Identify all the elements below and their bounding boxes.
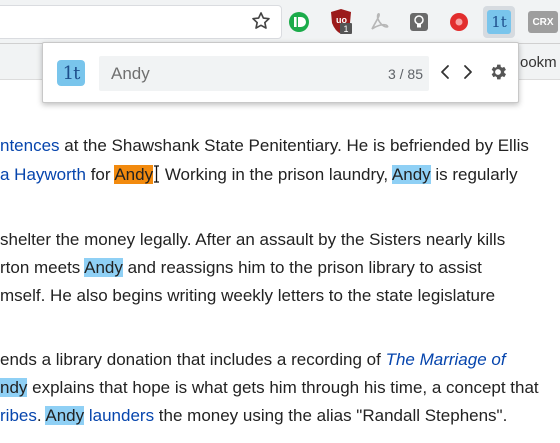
article-link[interactable]: launders xyxy=(89,406,154,425)
search-match: Andy xyxy=(84,258,123,277)
find-tool-logo: 1t xyxy=(57,60,85,86)
article-text: mself. He also begins writing weekly let… xyxy=(0,286,496,305)
find-tool-extension-label: 1t xyxy=(487,10,511,34)
article-line: ends a library donation that includes a … xyxy=(0,348,506,372)
previous-match-button[interactable] xyxy=(437,64,453,80)
bookmark-star-icon[interactable] xyxy=(250,10,272,32)
article-link[interactable]: The Marriage of xyxy=(386,350,506,369)
bookmarks-label[interactable]: ookm xyxy=(520,54,557,71)
article-line: a Hayworth for Andy Working in the priso… xyxy=(0,163,518,187)
crx-extension-icon[interactable]: CRX xyxy=(526,9,560,35)
match-counter: 3 / 85 xyxy=(387,66,423,82)
find-tool-extension-icon[interactable]: 1t xyxy=(486,9,512,35)
find-input[interactable] xyxy=(111,63,361,85)
pdf-extension-icon[interactable] xyxy=(366,9,392,35)
ublock-extension-icon[interactable]: uo 1 xyxy=(328,9,354,35)
text-cursor-icon xyxy=(153,165,160,183)
article-text: ends a library donation that includes a … xyxy=(0,350,386,369)
lightbulb-extension-icon[interactable] xyxy=(406,9,432,35)
article-line: ribes. Andy launders the money using the… xyxy=(0,404,507,428)
article-text: the money using the alias "Randall Steph… xyxy=(154,406,508,425)
article-text: is regularly xyxy=(430,165,518,184)
search-match: Andy xyxy=(391,165,431,184)
article-text: shelter the money legally. After an assa… xyxy=(0,230,506,249)
article-text: at the Shawshank State Penitentiary. He … xyxy=(59,136,529,155)
article-line: ndy explains that hope is what gets him … xyxy=(0,376,539,400)
search-match: Andy xyxy=(45,406,85,425)
crx-extension-label: CRX xyxy=(528,11,558,33)
article-text: Working in the prison laundry, xyxy=(160,165,392,184)
article-line: mself. He also begins writing weekly let… xyxy=(0,284,495,308)
gear-icon[interactable] xyxy=(488,62,508,82)
browser-toolbar: uo 1 1t CRX xyxy=(0,0,560,44)
article-link[interactable]: ribes xyxy=(0,406,37,425)
next-match-button[interactable] xyxy=(460,64,476,80)
article-text: and reassigns him to the prison library … xyxy=(122,258,482,277)
article-line: ntences at the Shawshank State Penitenti… xyxy=(0,134,529,158)
find-popup: 1t 3 / 85 xyxy=(42,42,519,103)
pushbullet-extension-icon[interactable] xyxy=(286,9,312,35)
article-text: explains that hope is what gets him thro… xyxy=(27,378,539,397)
address-bar[interactable] xyxy=(0,5,282,39)
ublock-badge: 1 xyxy=(344,24,349,34)
article-link[interactable]: ntences xyxy=(0,136,60,155)
article-line: rton meets Andy and reassigns him to the… xyxy=(0,256,482,280)
search-match: ndy xyxy=(0,378,28,397)
article-link[interactable]: a Hayworth xyxy=(0,165,86,184)
record-extension-icon[interactable] xyxy=(446,9,472,35)
article-text: rton meets xyxy=(0,258,85,277)
article-text: for xyxy=(85,165,115,184)
article-line: shelter the money legally. After an assa… xyxy=(0,228,505,252)
find-field: 3 / 85 xyxy=(99,56,429,91)
current-search-match: Andy xyxy=(114,165,154,184)
